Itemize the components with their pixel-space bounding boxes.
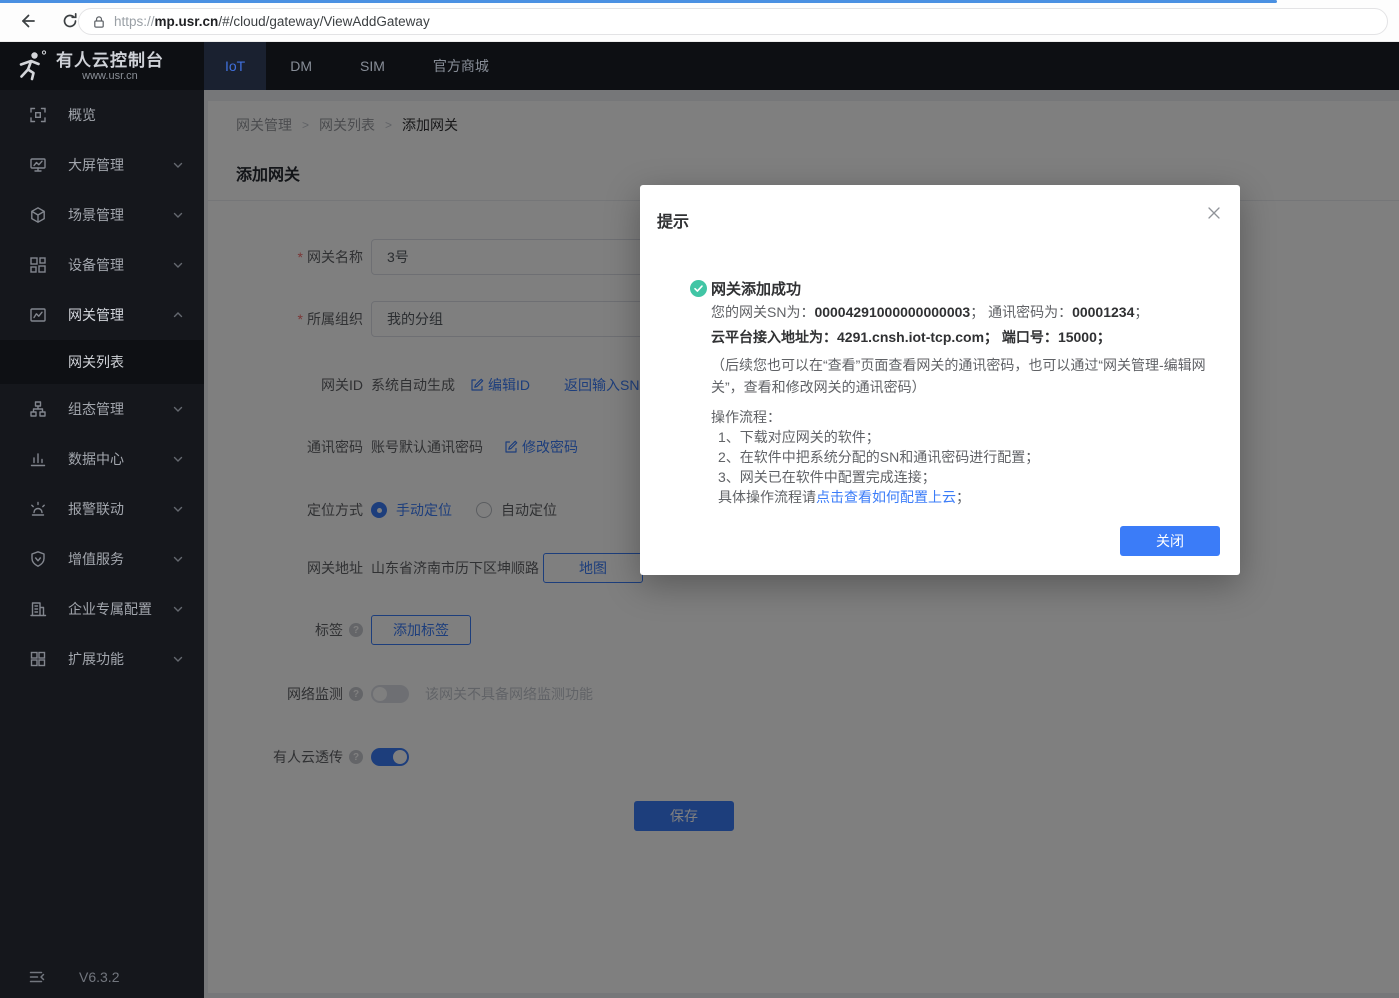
sidebar-item-label: 概览 bbox=[68, 105, 96, 125]
dialog-note: （后续您也可以在“查看”页面查看网关的通讯密码，也可以通过“网关管理-编辑网关”… bbox=[690, 354, 1210, 398]
step-item: 3、网关已在软件中配置完成连接； bbox=[690, 467, 1210, 487]
chevron-down-icon bbox=[172, 259, 184, 271]
url-scheme: https:// bbox=[114, 14, 155, 29]
sidebar-item-screen-mgmt[interactable]: 大屏管理 bbox=[0, 140, 204, 190]
url-text: https://mp.usr.cn/#/cloud/gateway/ViewAd… bbox=[114, 14, 430, 29]
dialog-body: 网关添加成功 您的网关SN为：00004291000000000003； 通讯密… bbox=[690, 277, 1210, 507]
usr-person-logo-icon bbox=[14, 49, 48, 83]
big-screen-icon bbox=[29, 156, 47, 174]
gateway-sn-value: 00004291000000000003 bbox=[814, 304, 970, 320]
sn-line: 您的网关SN为：00004291000000000003； 通讯密码为：0000… bbox=[690, 302, 1210, 322]
sidebar-item-gateway-mgmt[interactable]: 网关管理 bbox=[0, 290, 204, 340]
chevron-up-icon bbox=[172, 309, 184, 321]
scene-icon bbox=[29, 206, 47, 224]
lock-icon[interactable] bbox=[92, 15, 106, 29]
comm-password-value: 00001234 bbox=[1072, 304, 1134, 320]
url-host: mp.usr.cn bbox=[155, 14, 219, 29]
steps-title: 操作流程： bbox=[690, 407, 1210, 427]
sidebar-item-device-mgmt[interactable]: 设备管理 bbox=[0, 240, 204, 290]
sidebar-subitem-label: 网关列表 bbox=[68, 352, 124, 372]
sidebar-footer: V6.3.2 bbox=[0, 956, 204, 998]
sidebar-item-label: 网关管理 bbox=[68, 305, 124, 325]
sidebar: 概览 大屏管理 场景管理 设备管理 网关管理 网关列表 组态管理 数据中心 报警… bbox=[0, 90, 204, 998]
sidebar-item-overview[interactable]: 概览 bbox=[0, 90, 204, 140]
sidebar-item-label: 大屏管理 bbox=[68, 155, 124, 175]
success-check-icon bbox=[690, 280, 707, 297]
shield-icon bbox=[29, 550, 47, 568]
sidebar-item-label: 场景管理 bbox=[68, 205, 124, 225]
browser-back-icon[interactable] bbox=[15, 9, 39, 33]
configuration-icon bbox=[29, 400, 47, 418]
sidebar-item-value-added[interactable]: 增值服务 bbox=[0, 534, 204, 584]
address-bar[interactable]: https://mp.usr.cn/#/cloud/gateway/ViewAd… bbox=[78, 8, 1388, 35]
close-icon[interactable] bbox=[1202, 201, 1226, 225]
success-row: 网关添加成功 bbox=[690, 277, 1210, 299]
chevron-down-icon bbox=[172, 209, 184, 221]
alarm-icon bbox=[29, 500, 47, 518]
page-load-progress bbox=[0, 0, 1277, 3]
chevron-down-icon bbox=[172, 403, 184, 415]
server-port-value: 15000 bbox=[1058, 329, 1097, 345]
overview-icon bbox=[29, 106, 47, 124]
tab-official-mall[interactable]: 官方商城 bbox=[409, 42, 513, 90]
sidebar-item-data-center[interactable]: 数据中心 bbox=[0, 434, 204, 484]
chevron-down-icon bbox=[172, 603, 184, 615]
sidebar-item-label: 扩展功能 bbox=[68, 649, 124, 669]
device-icon bbox=[29, 256, 47, 274]
server-host-value: 4291.cnsh.iot-tcp.com bbox=[837, 329, 984, 345]
tab-sim[interactable]: SIM bbox=[336, 42, 409, 90]
sidebar-item-alarm-linkage[interactable]: 报警联动 bbox=[0, 484, 204, 534]
sidebar-item-enterprise-config[interactable]: 企业专属配置 bbox=[0, 584, 204, 634]
top-nav-tabs: IoT DM SIM 官方商城 bbox=[204, 42, 513, 90]
chevron-down-icon bbox=[172, 553, 184, 565]
chevron-down-icon bbox=[172, 503, 184, 515]
version-label: V6.3.2 bbox=[79, 969, 119, 985]
grid-icon bbox=[29, 650, 47, 668]
sidebar-item-label: 组态管理 bbox=[68, 399, 124, 419]
step-item: 2、在软件中把系统分配的SN和通讯密码进行配置； bbox=[690, 447, 1210, 467]
sidebar-item-label: 设备管理 bbox=[68, 255, 124, 275]
sidebar-item-extensions[interactable]: 扩展功能 bbox=[0, 634, 204, 684]
chevron-down-icon bbox=[172, 453, 184, 465]
sidebar-item-label: 增值服务 bbox=[68, 549, 124, 569]
close-button[interactable]: 关闭 bbox=[1120, 526, 1220, 556]
tab-iot[interactable]: IoT bbox=[204, 42, 266, 90]
url-path: /#/cloud/gateway/ViewAddGateway bbox=[218, 14, 429, 29]
server-line: 云平台接入地址为：4291.cnsh.iot-tcp.com； 端口号：1500… bbox=[690, 327, 1210, 347]
brand-logo[interactable]: 有人云控制台 www.usr.cn bbox=[0, 42, 204, 90]
collapse-sidebar-icon[interactable] bbox=[28, 968, 46, 986]
success-dialog: 提示 网关添加成功 您的网关SN为：00004291000000000003； … bbox=[640, 185, 1240, 575]
success-title: 网关添加成功 bbox=[711, 278, 801, 299]
tab-dm[interactable]: DM bbox=[266, 42, 336, 90]
sidebar-item-scene-mgmt[interactable]: 场景管理 bbox=[0, 190, 204, 240]
app-header: 有人云控制台 www.usr.cn IoT DM SIM 官方商城 bbox=[0, 42, 1399, 90]
chevron-down-icon bbox=[172, 653, 184, 665]
chevron-down-icon bbox=[172, 159, 184, 171]
brand-title: 有人云控制台 bbox=[56, 51, 164, 70]
more-row: 具体操作流程请点击查看如何配置上云； bbox=[690, 487, 1210, 507]
step-item: 1、下载对应网关的软件； bbox=[690, 427, 1210, 447]
sidebar-item-label: 报警联动 bbox=[68, 499, 124, 519]
bar-chart-icon bbox=[29, 450, 47, 468]
dialog-title: 提示 bbox=[657, 208, 689, 232]
sidebar-item-label: 数据中心 bbox=[68, 449, 124, 469]
sidebar-item-hmi-mgmt[interactable]: 组态管理 bbox=[0, 384, 204, 434]
sidebar-item-label: 企业专属配置 bbox=[68, 599, 152, 619]
sidebar-item-gateway-list[interactable]: 网关列表 bbox=[0, 340, 204, 384]
how-to-configure-link[interactable]: 点击查看如何配置上云 bbox=[816, 487, 956, 507]
brand-subtitle: www.usr.cn bbox=[56, 70, 164, 82]
browser-bar: https://mp.usr.cn/#/cloud/gateway/ViewAd… bbox=[0, 0, 1399, 42]
gateway-icon bbox=[29, 306, 47, 324]
building-icon bbox=[29, 600, 47, 618]
brand-text: 有人云控制台 www.usr.cn bbox=[56, 51, 164, 82]
